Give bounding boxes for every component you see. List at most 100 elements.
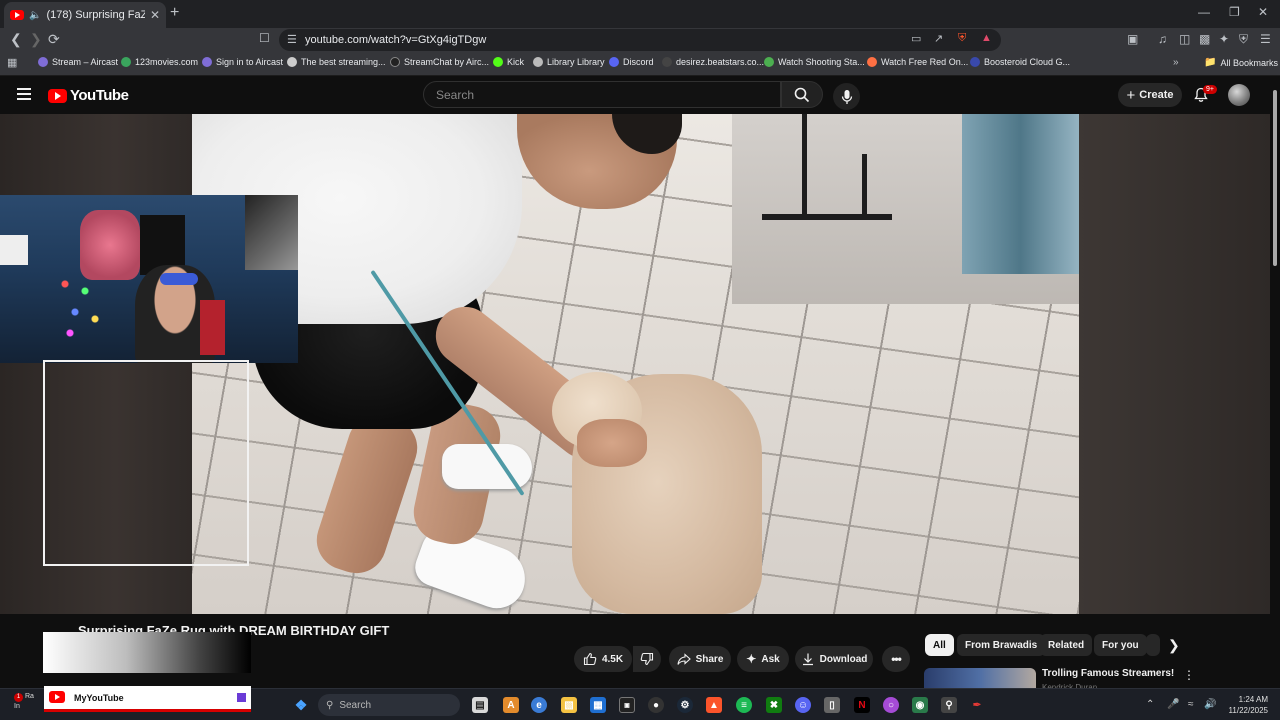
share-button[interactable]: Share <box>669 646 731 672</box>
all-bookmarks-button[interactable]: 📁 All Bookmarks <box>1204 57 1278 68</box>
chip-next[interactable] <box>1146 634 1160 656</box>
file-explorer-icon[interactable]: ▧ <box>561 697 577 713</box>
netflix-icon[interactable]: N <box>854 697 870 713</box>
hamburger-menu-icon[interactable] <box>17 88 31 100</box>
tab-close-icon[interactable]: ✕ <box>150 8 160 22</box>
app-tile-icon[interactable]: ▣ <box>619 697 635 713</box>
search-button[interactable] <box>781 81 823 108</box>
chevron-right-icon[interactable]: ❯ <box>1168 637 1180 654</box>
scrollbar-thumb[interactable] <box>1273 90 1277 266</box>
bookmark-item[interactable]: Watch Shooting Sta... <box>764 57 865 67</box>
microphone-tray-icon[interactable]: 🎤 <box>1167 699 1179 710</box>
chip-from-brawadis[interactable]: From Brawadis <box>957 634 1046 656</box>
dislike-button[interactable] <box>633 646 661 672</box>
discord-icon[interactable]: ☺ <box>795 697 811 713</box>
task-view-icon[interactable]: ▤ <box>472 697 488 713</box>
site-info-icon[interactable]: ☰ <box>287 33 297 46</box>
microphone-icon <box>841 89 852 104</box>
bookmark-item[interactable]: The best streaming... <box>287 57 386 67</box>
mouse-app-icon[interactable]: ▯ <box>824 697 840 713</box>
bookmark-item[interactable]: Kick <box>493 57 524 67</box>
video-player[interactable] <box>0 114 1270 614</box>
bookmark-item[interactable]: Sign in to Aircast <box>202 57 283 67</box>
restore-icon[interactable]: ❐ <box>1229 5 1240 19</box>
cast-icon[interactable]: ▭ <box>911 32 921 45</box>
selection-box <box>43 360 249 566</box>
app-a-icon[interactable]: A <box>503 697 519 713</box>
browser-tab[interactable]: 🔈 (178) Surprising FaZe Rug wit ✕ <box>4 2 166 28</box>
like-button[interactable]: 4.5K <box>574 646 632 672</box>
more-bookmarks-icon[interactable]: » <box>1173 57 1179 68</box>
wallet-icon[interactable]: ▩ <box>1199 32 1210 46</box>
recommendation-thumbnail[interactable] <box>924 668 1036 688</box>
taskbar-search[interactable]: ⚲ Search <box>318 694 460 716</box>
bookmark-favicon-icon <box>287 57 297 67</box>
menu-icon[interactable]: ☰ <box>1260 32 1271 46</box>
account-avatar[interactable] <box>1228 84 1250 106</box>
obs-icon[interactable]: ● <box>648 697 664 713</box>
bookmark-item[interactable]: Watch Free Red On... <box>867 57 968 67</box>
chip-for-you[interactable]: For you <box>1094 634 1147 656</box>
recommendation-title[interactable]: Trolling Famous Streamers! <box>1042 668 1174 679</box>
apps-grid-icon[interactable]: ▦ <box>7 56 17 69</box>
chip-related[interactable]: Related <box>1040 634 1093 656</box>
ask-button[interactable]: ✦ Ask <box>737 646 789 672</box>
more-actions-button[interactable]: ••• <box>882 646 910 672</box>
bookmark-item[interactable]: Stream – Aircast <box>38 57 118 67</box>
pen-app-icon[interactable]: ✒ <box>969 697 985 713</box>
brave-icon[interactable]: ▲ <box>706 697 722 713</box>
share-page-icon[interactable]: ↗ <box>934 32 943 45</box>
brave-shield-icon[interactable]: ⛨ <box>958 32 966 45</box>
app-green-icon[interactable]: ◉ <box>912 697 928 713</box>
create-button[interactable]: + Create <box>1118 83 1182 107</box>
wifi-icon[interactable]: ≈ <box>1188 699 1194 710</box>
voice-search-button[interactable] <box>833 83 860 110</box>
bookmark-favicon-icon <box>609 57 619 67</box>
app-circle-icon[interactable]: ○ <box>883 697 899 713</box>
new-tab-icon[interactable]: + <box>170 4 179 22</box>
more-vertical-icon[interactable]: ⋮ <box>1183 668 1195 682</box>
controller-icon[interactable]: ⚲ <box>941 697 957 713</box>
bookmark-item[interactable]: StreamChat by Airc... <box>390 57 489 67</box>
url-bar[interactable]: ☰ youtube.com/watch?v=GtXg4igTDgw <box>279 29 1001 51</box>
spotify-icon[interactable]: ≡ <box>736 697 752 713</box>
reload-icon[interactable]: ⟳ <box>48 31 60 48</box>
speaker-icon[interactable]: 🔈 <box>29 10 41 21</box>
search-input[interactable] <box>436 87 780 102</box>
brave-rewards-icon[interactable]: ▲ <box>981 32 992 44</box>
xbox-icon[interactable]: ✖ <box>766 697 782 713</box>
download-button[interactable]: Download <box>795 646 873 672</box>
steam-icon[interactable]: ⚙ <box>677 697 693 713</box>
tray-chevron-icon[interactable]: ⌃ <box>1146 699 1154 710</box>
popup-title: MyYouTube <box>74 693 124 703</box>
sidebar-icon[interactable]: ◫ <box>1179 32 1190 46</box>
edge-icon[interactable]: e <box>531 697 547 713</box>
bookmark-item[interactable]: Discord <box>609 57 654 67</box>
back-icon[interactable]: ❮ <box>10 31 22 48</box>
youtube-logo[interactable]: YouTube <box>48 87 129 104</box>
leo-ai-icon[interactable]: ✦ <box>1219 32 1229 46</box>
forward-icon[interactable]: ❯ <box>30 31 42 48</box>
bookmark-item[interactable]: Boosteroid Cloud G... <box>970 57 1070 67</box>
bookmark-favicon-icon <box>390 57 400 67</box>
bookmark-icon[interactable]: ☐ <box>259 31 270 45</box>
bookmark-item[interactable]: 123movies.com <box>121 57 198 67</box>
windows-start-icon[interactable]: ❖ <box>293 697 309 713</box>
minimize-icon[interactable]: — <box>1198 5 1210 19</box>
screenshot-icon[interactable]: ▣ <box>1127 32 1138 46</box>
store-icon[interactable]: ▦ <box>590 697 606 713</box>
window-close-icon[interactable]: ✕ <box>1258 5 1268 19</box>
page-scrollbar[interactable] <box>1270 76 1280 688</box>
volume-icon[interactable]: 🔊 <box>1204 699 1216 710</box>
bookmark-favicon-icon <box>533 57 543 67</box>
like-count: 4.5K <box>601 653 624 665</box>
media-icon[interactable]: ♫ <box>1158 32 1167 46</box>
video-frame[interactable] <box>192 114 1079 614</box>
myyoutube-popup[interactable]: MyYouTube <box>44 686 251 712</box>
chip-all[interactable]: All <box>925 634 954 656</box>
vpn-icon[interactable]: ⛨ <box>1239 32 1248 47</box>
system-clock[interactable]: 1:24 AM 11/22/2025 <box>1220 694 1268 716</box>
bookmark-item[interactable]: desirez.beatstars.co... <box>662 57 764 67</box>
taskbar-left-app[interactable]: 1 Ra In <box>14 692 34 711</box>
bookmark-item[interactable]: Library Library <box>533 57 605 67</box>
